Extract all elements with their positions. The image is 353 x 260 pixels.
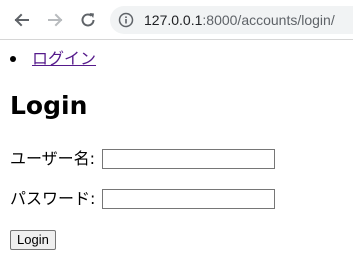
nav-list: ログイン: [10, 49, 96, 69]
page-title: Login: [10, 91, 88, 120]
forward-button[interactable]: [44, 9, 66, 31]
login-link[interactable]: ログイン: [32, 49, 96, 68]
bullet-icon: [10, 56, 16, 62]
password-field[interactable]: [102, 189, 275, 209]
username-label: ユーザー名:: [10, 149, 96, 168]
browser-toolbar: 127.0.0.1:8000/accounts/login/: [0, 0, 353, 40]
list-item: ログイン: [10, 49, 96, 69]
url-text[interactable]: 127.0.0.1:8000/accounts/login/: [144, 12, 335, 28]
arrow-left-icon: [14, 13, 29, 27]
login-button[interactable]: Login: [10, 230, 56, 250]
info-circle-icon[interactable]: [118, 12, 134, 28]
arrow-right-icon: [48, 13, 63, 27]
page-content: ログイン Login ユーザー名: パスワード: Login: [0, 40, 353, 260]
url-host: 127.0.0.1: [144, 12, 203, 28]
address-bar[interactable]: 127.0.0.1:8000/accounts/login/: [110, 6, 353, 34]
back-button[interactable]: [11, 9, 33, 31]
username-field[interactable]: [102, 149, 275, 169]
reload-icon: [81, 13, 95, 27]
reload-button[interactable]: [77, 9, 99, 31]
url-path: :8000/accounts/login/: [202, 12, 335, 28]
password-row: パスワード:: [10, 189, 275, 209]
username-row: ユーザー名:: [10, 149, 275, 169]
password-label: パスワード:: [10, 189, 96, 208]
